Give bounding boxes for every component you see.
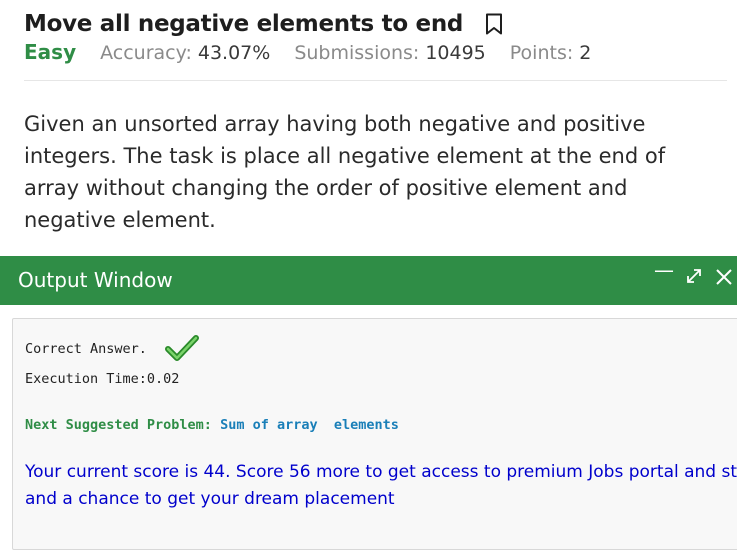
output-window-body: Correct Answer. Execution Time:0.02 Next… — [12, 318, 737, 550]
points-label: Points: — [509, 42, 574, 64]
points-value: 2 — [579, 42, 592, 64]
close-icon[interactable] — [714, 267, 734, 292]
next-problem-link[interactable]: Sum of array elements — [220, 417, 399, 433]
header-divider — [24, 80, 727, 81]
score-message: Your current score is 44. Score 56 more … — [25, 459, 737, 513]
submissions-value: 10495 — [425, 42, 486, 64]
expand-icon[interactable] — [684, 266, 704, 291]
score-line-1: Your current score is 44. Score 56 more … — [25, 462, 737, 482]
problem-meta: Easy Accuracy: 43.07% Submissions: 10495… — [24, 40, 727, 68]
score-line-2: and a chance to get your dream placement — [25, 489, 395, 509]
problem-description: Given an unsorted array having both nega… — [24, 112, 666, 232]
problem-title: Move all negative elements to end — [24, 11, 464, 37]
difficulty-badge: Easy — [24, 40, 77, 64]
output-window: Output Window — Correct Answer. Executio… — [0, 256, 737, 550]
accuracy-label: Accuracy: — [100, 42, 192, 64]
output-window-titlebar[interactable]: Output Window — — [0, 256, 737, 305]
problem-header: Move all negative elements to end Easy A… — [24, 6, 727, 68]
output-window-title: Output Window — [18, 268, 173, 292]
title-row: Move all negative elements to end — [24, 6, 727, 42]
correct-answer-text: Correct Answer. — [25, 341, 147, 357]
accuracy-value: 43.07% — [197, 42, 271, 64]
bookmark-icon[interactable] — [485, 13, 503, 35]
execution-time: Execution Time:0.02 — [25, 371, 180, 387]
minimize-icon[interactable]: — — [654, 258, 674, 282]
submissions-label: Submissions: — [294, 42, 420, 64]
next-suggested-problem: Next Suggested Problem: Sum of array ele… — [25, 417, 399, 433]
checkmark-icon — [165, 335, 199, 361]
next-suggested-label: Next Suggested Problem: — [25, 417, 221, 433]
